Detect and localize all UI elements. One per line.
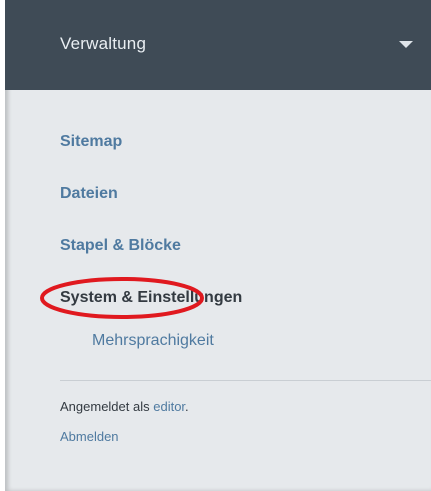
logged-in-prefix: Angemeldet als — [60, 399, 154, 414]
nav-item-stapel-bloecke[interactable]: Stapel & Blöcke — [60, 237, 181, 255]
subnav-item-mehrsprachigkeit[interactable]: Mehrsprachigkeit — [92, 332, 214, 350]
nav-item-system-einstellungen[interactable]: System & Einstellungen — [60, 289, 242, 307]
caret-down-icon[interactable] — [399, 41, 413, 48]
logged-in-status: Angemeldet als editor. — [60, 399, 189, 414]
nav-item-sitemap[interactable]: Sitemap — [60, 133, 122, 151]
divider — [60, 380, 431, 381]
logout-link[interactable]: Abmelden — [60, 429, 119, 444]
header-title: Verwaltung — [60, 34, 147, 53]
username-link[interactable]: editor — [153, 399, 185, 414]
sidebar-header[interactable]: Verwaltung — [5, 0, 431, 90]
nav-item-dateien[interactable]: Dateien — [60, 185, 118, 203]
logged-in-suffix: . — [185, 399, 189, 414]
sidebar-panel: Verwaltung Sitemap Dateien Stapel & Blöc… — [5, 0, 431, 491]
